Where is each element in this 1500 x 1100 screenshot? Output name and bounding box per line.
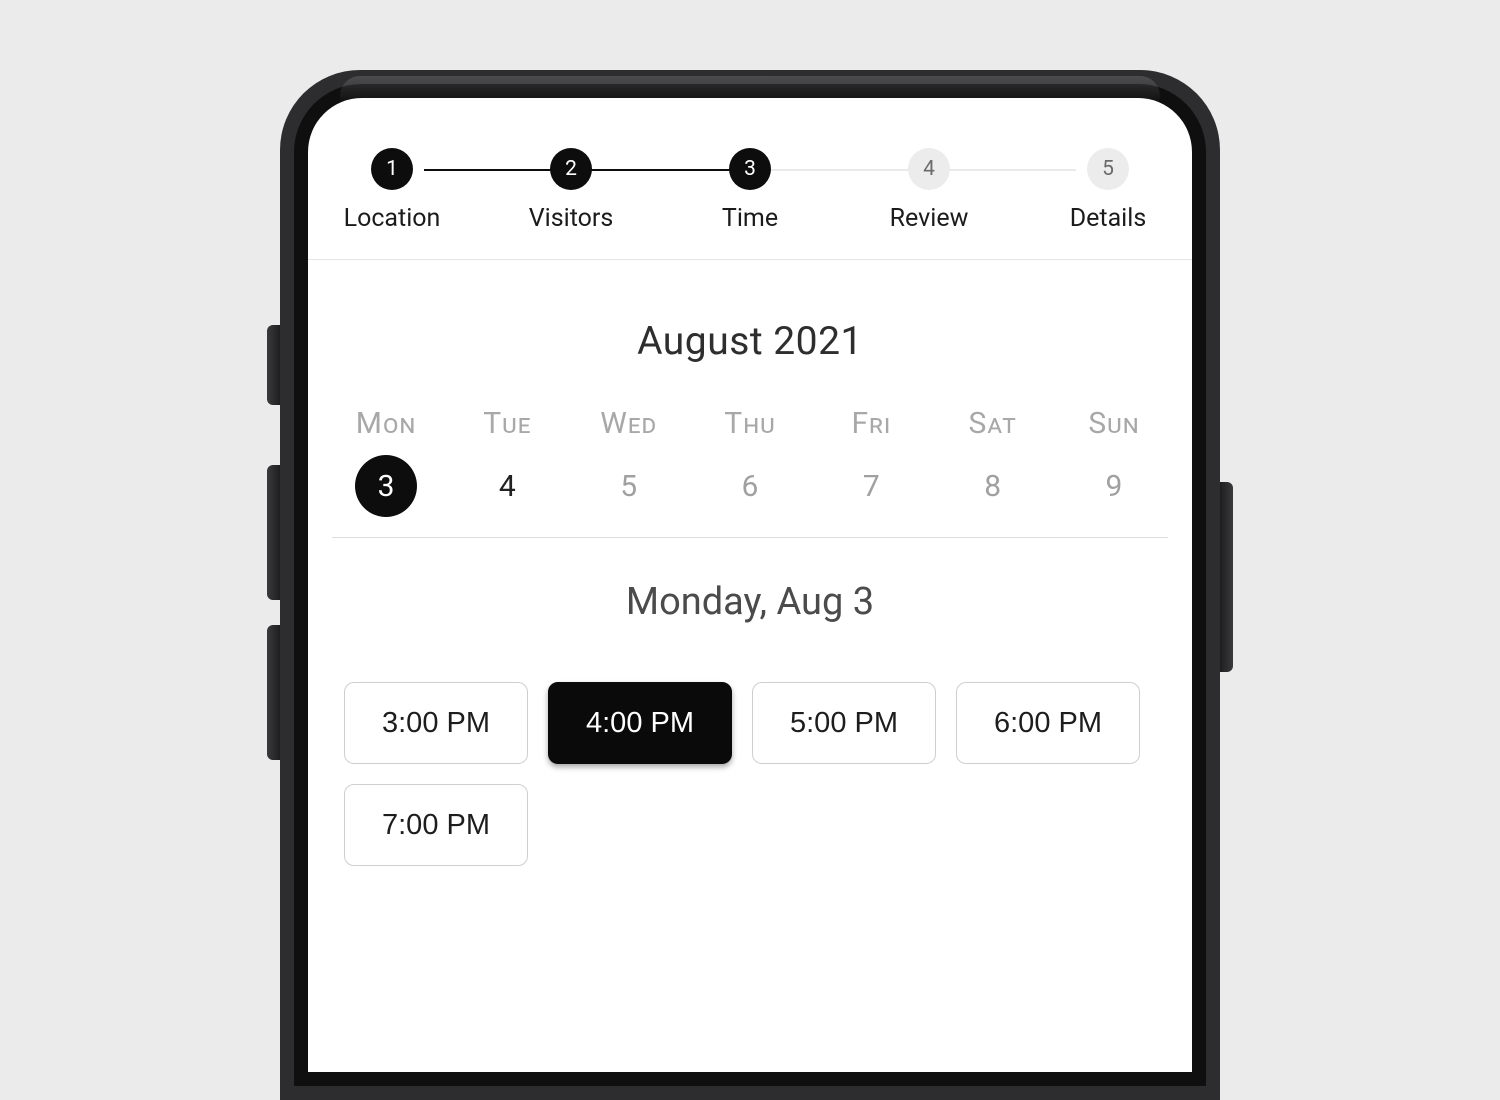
step-number-badge: 2: [550, 148, 592, 190]
step-location[interactable]: 1 Location: [342, 148, 442, 233]
time-slot[interactable]: 3:00 PM: [344, 682, 528, 764]
month-title: August 2021: [308, 318, 1192, 364]
day-wed[interactable]: Wed 5: [579, 406, 679, 517]
step-number-badge: 5: [1087, 148, 1129, 190]
step-time[interactable]: 3 Time: [700, 148, 800, 233]
step-details[interactable]: 5 Details: [1058, 148, 1158, 233]
time-slot[interactable]: 6:00 PM: [956, 682, 1140, 764]
step-visitors[interactable]: 2 Visitors: [521, 148, 621, 233]
phone-bezel: 1 Location 2 Visitors 3 Time 4 Review 5 Details A…: [294, 84, 1206, 1086]
day-number[interactable]: 7: [840, 455, 902, 517]
day-of-week-label: Tue: [483, 406, 531, 441]
phone-side-button: [267, 325, 280, 405]
time-slot[interactable]: 7:00 PM: [344, 784, 528, 866]
step-review[interactable]: 4 Review: [879, 148, 979, 233]
step-label: Time: [722, 204, 778, 233]
day-number[interactable]: 8: [962, 455, 1024, 517]
stepper: 1 Location 2 Visitors 3 Time 4 Review 5 Details: [308, 98, 1192, 260]
step-label: Location: [344, 204, 441, 233]
week-day-row: Mon 3 Tue 4 Wed 5 Thu 6 Fri 7 Sat 8 Sun 9: [308, 406, 1192, 517]
day-of-week-label: Thu: [724, 406, 775, 441]
day-number[interactable]: 6: [719, 455, 781, 517]
step-number-badge: 1: [371, 148, 413, 190]
step-label: Details: [1070, 204, 1147, 233]
time-slot[interactable]: 4:00 PM: [548, 682, 732, 764]
day-of-week-label: Wed: [600, 406, 657, 441]
phone-frame: 1 Location 2 Visitors 3 Time 4 Review 5 Details A…: [280, 70, 1220, 1100]
day-of-week-label: Mon: [356, 406, 416, 441]
day-number[interactable]: 3: [355, 455, 417, 517]
day-sun[interactable]: Sun 9: [1064, 406, 1164, 517]
screen: 1 Location 2 Visitors 3 Time 4 Review 5 Details A…: [308, 98, 1192, 1072]
step-label: Review: [890, 204, 969, 233]
step-number-badge: 4: [908, 148, 950, 190]
day-of-week-label: Sat: [969, 406, 1017, 441]
day-sat[interactable]: Sat 8: [943, 406, 1043, 517]
day-of-week-label: Sun: [1088, 406, 1139, 441]
phone-power-button: [1220, 482, 1233, 672]
day-fri[interactable]: Fri 7: [821, 406, 921, 517]
phone-volume-up-button: [267, 465, 280, 600]
day-of-week-label: Fri: [851, 406, 891, 441]
day-number[interactable]: 9: [1083, 455, 1145, 517]
step-label: Visitors: [529, 204, 614, 233]
day-number[interactable]: 4: [476, 455, 538, 517]
day-number[interactable]: 5: [598, 455, 660, 517]
time-slot[interactable]: 5:00 PM: [752, 682, 936, 764]
day-tue[interactable]: Tue 4: [457, 406, 557, 517]
divider: [332, 537, 1168, 538]
phone-volume-down-button: [267, 625, 280, 760]
day-mon[interactable]: Mon 3: [336, 406, 436, 517]
time-slot-grid: 3:00 PM4:00 PM5:00 PM6:00 PM 7:00 PM: [308, 682, 1192, 866]
step-number-badge: 3: [729, 148, 771, 190]
day-thu[interactable]: Thu 6: [700, 406, 800, 517]
selected-date-heading: Monday, Aug 3: [308, 580, 1192, 624]
